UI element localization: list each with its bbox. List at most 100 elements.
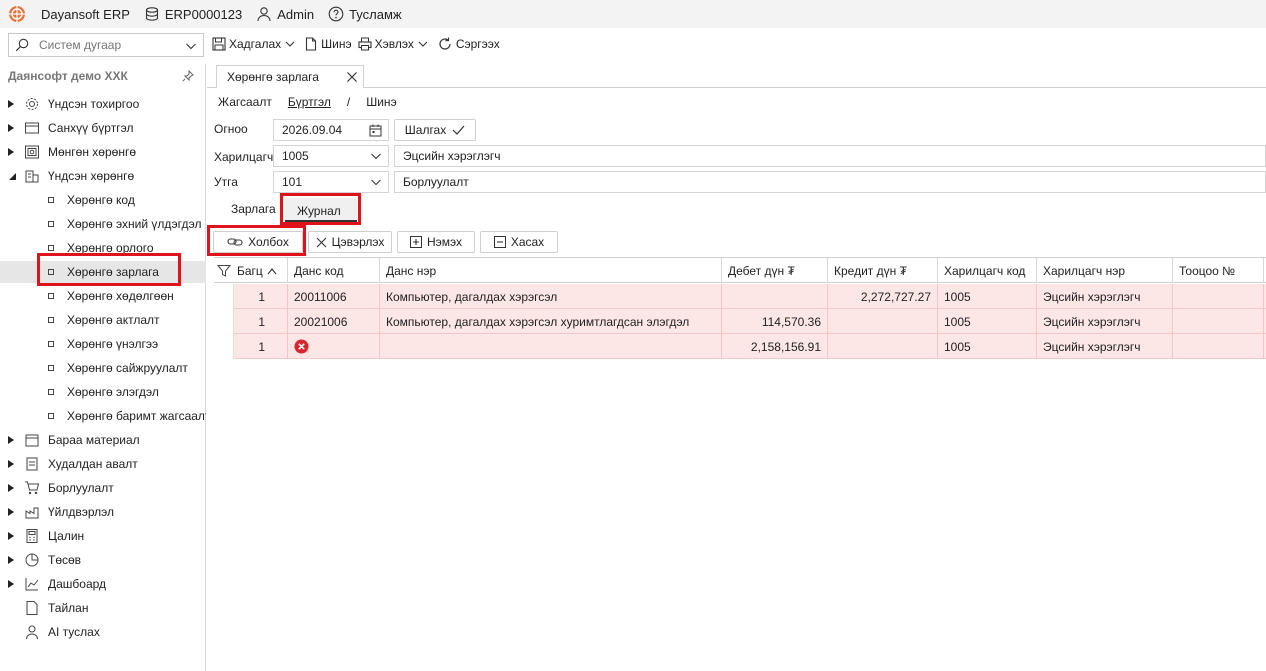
expand-arrow-icon[interactable] [8,484,16,492]
cell-debit[interactable] [722,284,828,309]
cell-credit[interactable] [828,334,938,359]
expand-arrow-icon[interactable] [8,532,16,540]
cell-partner-code[interactable]: 1005 [938,284,1037,309]
sidebar-subitem-asset-depreciation[interactable]: Хөрөнгө элэгдэл [48,382,206,402]
cell-partner-name[interactable]: Эцсийн хэрэглэгч [1037,284,1173,309]
customer-name-field[interactable]: Эцсийн хэрэглэгч [394,145,1266,167]
calendar-icon[interactable] [369,124,382,137]
row-selector[interactable] [214,334,234,359]
help-item[interactable]: Тусламж [328,6,402,22]
customer-code-select[interactable]: 1005 [273,145,389,167]
column-account-name[interactable]: Данс нэр [380,258,722,283]
cell-account-code[interactable]: 20021006 [288,309,380,334]
check-button[interactable]: Шалгах [394,119,476,141]
cell-account-name[interactable]: Компьютер, дагалдах хэрэгсэл хуримтлагдс… [380,309,722,334]
expand-arrow-icon[interactable] [8,124,16,132]
chevron-down-icon[interactable] [370,176,382,188]
cell-batch[interactable]: 1 [234,284,288,309]
filter-icon[interactable] [217,264,231,278]
close-icon[interactable] [346,71,358,83]
column-settlement[interactable]: Тооцоо № [1173,258,1264,283]
breadcrumb-list[interactable]: Жагсаалт [218,95,272,109]
cell-partner-code[interactable]: 1005 [938,334,1037,359]
sidebar-subitem-opening-balance[interactable]: Хөрөнгө эхний үлдэгдэл [48,214,206,234]
row-selector[interactable] [214,284,234,309]
sidebar-item-inventory[interactable]: Бараа материал [8,430,140,450]
column-partner-code[interactable]: Харилцагч код [938,258,1037,283]
sidebar-subitem-asset-movement[interactable]: Хөрөнгө хөдөлгөөн [48,286,206,306]
cell-debit[interactable]: 2,158,156.91 [722,334,828,359]
sidebar-subitem-asset-document-list[interactable]: Хөрөнгө баримт жагсаалт [48,406,206,426]
cell-account-code[interactable] [288,334,380,359]
collapse-arrow-icon[interactable] [8,172,16,180]
tab-expense[interactable]: Зарлага [231,202,276,216]
cell-debit[interactable]: 114,570.36 [722,309,828,334]
cell-credit[interactable] [828,309,938,334]
print-button[interactable]: Хэвлэх [358,37,431,51]
expand-arrow-icon[interactable] [8,148,16,156]
cell-account-code[interactable]: 20011006 [288,284,380,309]
add-button[interactable]: Нэмэх [397,231,475,253]
user-item[interactable]: Admin [256,6,314,22]
cell-settlement[interactable] [1173,284,1264,309]
expand-arrow-icon[interactable] [8,580,16,588]
sidebar-item-fixed-assets[interactable]: Үндсэн хөрөнгө [8,166,134,186]
sidebar-subitem-asset-code[interactable]: Хөрөнгө код [48,190,206,210]
sidebar-item-report[interactable]: Тайлан [8,598,88,618]
column-partner-name[interactable]: Харилцагч нэр [1037,258,1173,283]
delete-button[interactable]: Хасах [480,231,558,253]
search-box[interactable] [8,33,204,57]
sidebar-subitem-asset-valuation[interactable]: Хөрөнгө үнэлгээ [48,334,206,354]
save-button[interactable]: Хадгалах [212,37,298,51]
expand-arrow-icon[interactable] [8,556,16,564]
cell-credit[interactable]: 2,272,727.27 [828,284,938,309]
sidebar-item-basic-settings[interactable]: Үндсэн тохиргоо [8,94,139,114]
cell-batch[interactable]: 1 [234,334,288,359]
breadcrumb-new[interactable]: Шинэ [366,95,396,109]
tab-journal[interactable]: Журнал [297,204,341,218]
column-debit[interactable]: Дебет дүн ₮ [722,258,828,283]
chevron-down-icon[interactable] [370,150,382,162]
sidebar-subitem-asset-writeoff[interactable]: Хөрөнгө актлалт [48,310,206,330]
expand-arrow-icon[interactable] [8,100,16,108]
pin-icon[interactable] [182,70,194,82]
chevron-down-icon[interactable] [418,39,428,49]
sidebar-subitem-asset-expense[interactable]: Хөрөнгө зарлага [0,261,206,283]
sidebar-item-production[interactable]: Үйлдвэрлэл [8,502,114,522]
cell-batch[interactable]: 1 [234,309,288,334]
link-button[interactable]: Холбох [213,231,303,253]
search-input[interactable] [37,37,177,53]
table-row[interactable]: 1 20011006 Компьютер, дагалдах хэрэгсэл … [214,284,1266,309]
new-button[interactable]: Шинэ [304,37,352,51]
column-batch[interactable]: Багц [214,258,288,283]
expand-arrow-icon[interactable] [8,460,16,468]
erp-code-item[interactable]: ERP0000123 [144,6,242,22]
refresh-button[interactable]: Сэргээх [437,36,500,52]
date-field[interactable]: 2026.09.04 [273,119,389,141]
chevron-down-icon[interactable] [185,40,197,52]
cell-partner-code[interactable]: 1005 [938,309,1037,334]
clear-button[interactable]: Цэвэрлэх [308,231,392,253]
chevron-down-icon[interactable] [285,39,295,49]
sidebar-item-finance[interactable]: Санхүү бүртгэл [8,118,133,138]
expand-arrow-icon[interactable] [8,508,16,516]
cell-partner-name[interactable]: Эцсийн хэрэглэгч [1037,309,1173,334]
sidebar-item-payroll[interactable]: Цалин [8,526,84,546]
column-credit[interactable]: Кредит дүн ₮ [828,258,938,283]
column-account-code[interactable]: Данс код [288,258,380,283]
type-code-select[interactable]: 101 [273,171,389,193]
table-row[interactable]: 1 2,158,156.91 1005 Эцсийн хэрэглэгч [214,334,1266,359]
cell-settlement[interactable] [1173,334,1264,359]
sidebar-item-cash[interactable]: Мөнгөн хөрөнгө [8,142,136,162]
sidebar-item-ai-assistant[interactable]: AI туслах [8,622,100,642]
cell-account-name[interactable] [380,334,722,359]
sidebar-item-sales[interactable]: Борлуулалт [8,478,114,498]
sidebar-item-budget[interactable]: Төсөв [8,550,81,570]
type-name-field[interactable]: Борлуулалт [394,171,1266,193]
cell-settlement[interactable] [1173,309,1264,334]
sidebar-subitem-asset-income[interactable]: Хөрөнгө орлого [48,238,206,258]
document-tab[interactable]: Хөрөнгө зарлага [216,65,364,88]
sort-ascending-icon[interactable] [267,267,277,275]
sidebar-subitem-asset-improvement[interactable]: Хөрөнгө сайжруулалт [48,358,206,378]
cell-account-name[interactable]: Компьютер, дагалдах хэрэгсэл [380,284,722,309]
